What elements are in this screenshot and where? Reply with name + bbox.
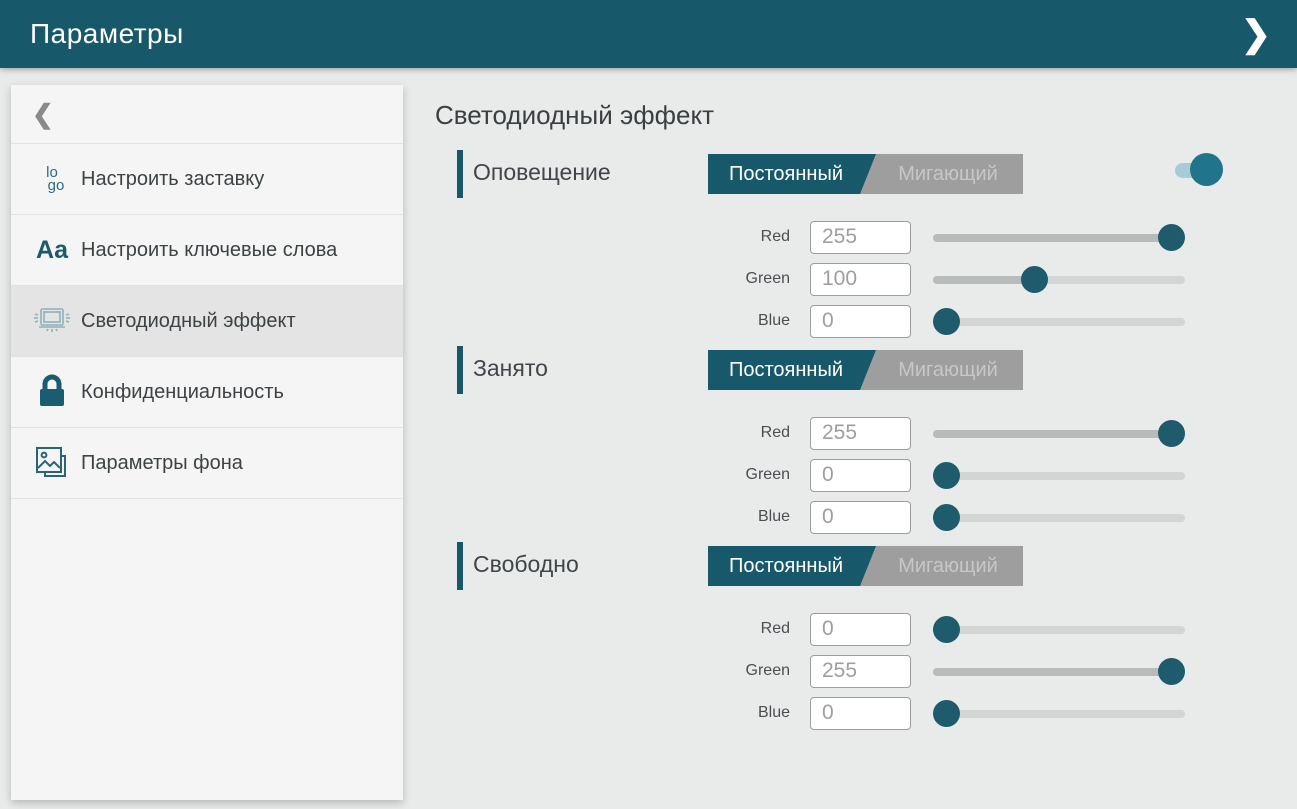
channel-row-blue: Blue (435, 696, 1297, 730)
sidebar-item-label: Светодиодный эффект (81, 308, 296, 335)
channel-slider[interactable] (933, 266, 1185, 293)
slider-track (933, 514, 1185, 522)
channel-value-input[interactable] (810, 501, 911, 534)
sidebar-item-led-effect[interactable]: Светодиодный эффект (11, 286, 403, 357)
channel-slider[interactable] (933, 616, 1185, 643)
slider-thumb[interactable] (1021, 266, 1048, 293)
mode-blinking-button[interactable]: Мигающий (873, 546, 1023, 586)
channel-value-input[interactable] (810, 613, 911, 646)
led-section-alert: Оповещение Постоянный Мигающий Red Green (435, 150, 1297, 338)
channel-label: Blue (435, 508, 790, 526)
forward-chevron-icon[interactable]: ❯ (1235, 16, 1277, 52)
slider-thumb[interactable] (933, 308, 960, 335)
sidebar-item-label: Настроить заставку (81, 166, 264, 193)
slider-track (933, 472, 1185, 480)
sidebar-item-label: Конфиденциальность (81, 379, 284, 406)
slider-thumb[interactable] (933, 700, 960, 727)
sidebar-item-privacy[interactable]: Конфиденциальность (11, 357, 403, 428)
mode-blinking-button[interactable]: Мигающий (873, 154, 1023, 194)
slider-thumb[interactable] (933, 504, 960, 531)
settings-sidebar: ❮ lo go Настроить заставку Aa Настроить … (11, 85, 403, 800)
sidebar-item-background[interactable]: Параметры фона (11, 428, 403, 499)
channel-slider[interactable] (933, 504, 1185, 531)
channel-value-input[interactable] (810, 263, 911, 296)
mode-constant-button[interactable]: Постоянный (708, 350, 876, 390)
slider-thumb[interactable] (1158, 420, 1185, 447)
channel-slider[interactable] (933, 308, 1185, 335)
lock-icon (23, 373, 81, 411)
channel-slider[interactable] (933, 462, 1185, 489)
channel-value-input[interactable] (810, 417, 911, 450)
channel-row-red: Red (435, 220, 1297, 254)
app-title: Параметры (30, 18, 184, 50)
slider-thumb[interactable] (933, 462, 960, 489)
slider-fill (933, 668, 1172, 676)
accent-bar (457, 542, 463, 590)
channel-value-input[interactable] (810, 305, 911, 338)
channel-slider[interactable] (933, 658, 1185, 685)
led-section-free: Свободно Постоянный Мигающий Red Green (435, 542, 1297, 730)
images-icon (23, 444, 81, 482)
sidebar-item-keywords[interactable]: Aa Настроить ключевые слова (11, 215, 403, 286)
accent-bar (457, 150, 463, 198)
section-title: Оповещение (473, 159, 611, 186)
logo-icon: lo go (23, 166, 81, 192)
channel-label: Red (435, 424, 790, 442)
channel-label: Red (435, 228, 790, 246)
channel-value-input[interactable] (810, 697, 911, 730)
channel-slider[interactable] (933, 700, 1185, 727)
channel-value-input[interactable] (810, 655, 911, 688)
mode-blinking-button[interactable]: Мигающий (873, 350, 1023, 390)
toggle-knob (1190, 153, 1223, 186)
channel-row-green: Green (435, 458, 1297, 492)
mode-constant-button[interactable]: Постоянный (708, 546, 876, 586)
slider-fill (933, 276, 1035, 284)
mode-segmented: Постоянный Мигающий (708, 350, 1023, 390)
led-section-busy: Занято Постоянный Мигающий Red Green (435, 346, 1297, 534)
channel-row-green: Green (435, 654, 1297, 688)
channel-slider[interactable] (933, 420, 1185, 447)
page-title: Светодиодный эффект (435, 100, 1297, 130)
mode-segmented: Постоянный Мигающий (708, 546, 1023, 586)
channel-row-blue: Blue (435, 500, 1297, 534)
channel-slider[interactable] (933, 224, 1185, 251)
channel-label: Green (435, 270, 790, 288)
slider-track (933, 318, 1185, 326)
channel-label: Green (435, 466, 790, 484)
monitor-icon (23, 304, 81, 338)
slider-thumb[interactable] (1158, 658, 1185, 685)
sidebar-item-label: Параметры фона (81, 450, 243, 477)
channel-label: Blue (435, 704, 790, 722)
sidebar-item-label: Настроить ключевые слова (81, 237, 337, 264)
app-header: Параметры ❯ (0, 0, 1297, 68)
section-title: Занято (473, 355, 548, 382)
led-effect-panel: Светодиодный эффект Оповещение Постоянны… (435, 100, 1297, 738)
slider-track (933, 626, 1185, 634)
mode-constant-button[interactable]: Постоянный (708, 154, 876, 194)
slider-fill (933, 234, 1172, 242)
sidebar-back-row: ❮ (11, 85, 403, 144)
channel-label: Red (435, 620, 790, 638)
channel-row-red: Red (435, 612, 1297, 646)
channel-row-blue: Blue (435, 304, 1297, 338)
channel-value-input[interactable] (810, 459, 911, 492)
mode-segmented: Постоянный Мигающий (708, 154, 1023, 194)
slider-thumb[interactable] (1158, 224, 1185, 251)
back-chevron-icon[interactable]: ❮ (32, 101, 54, 127)
alert-enable-toggle[interactable] (1175, 152, 1223, 188)
channel-row-green: Green (435, 262, 1297, 296)
channel-value-input[interactable] (810, 221, 911, 254)
slider-track (933, 710, 1185, 718)
accent-bar (457, 346, 463, 394)
sidebar-item-splash[interactable]: lo go Настроить заставку (11, 144, 403, 215)
section-title: Свободно (473, 551, 579, 578)
channel-label: Green (435, 662, 790, 680)
slider-fill (933, 430, 1172, 438)
channel-label: Blue (435, 312, 790, 330)
channel-row-red: Red (435, 416, 1297, 450)
aa-text-icon: Aa (23, 236, 81, 265)
slider-thumb[interactable] (933, 616, 960, 643)
logo-icon-line2: go (48, 179, 65, 192)
